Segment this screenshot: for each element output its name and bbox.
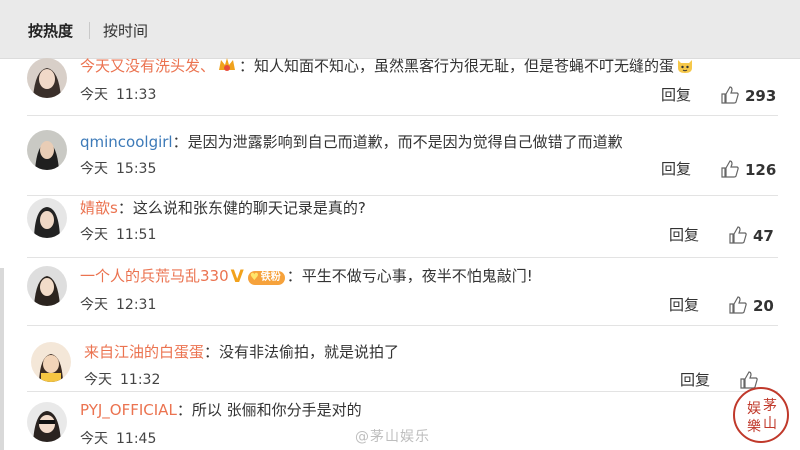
thumbs-up-icon <box>721 86 739 104</box>
like-count: 47 <box>753 227 774 245</box>
thumbs-up-icon <box>729 226 747 244</box>
comment-username[interactable]: qmincoolgirl <box>80 133 173 151</box>
seal-char: 山 <box>763 416 777 432</box>
comment-username[interactable]: 今天又没有洗头发、 <box>80 57 215 75</box>
comment-text: ：所以 张俪和你分手是对的 <box>176 401 362 419</box>
comment-username[interactable]: 婧歆s <box>80 199 118 217</box>
avatar[interactable] <box>27 58 67 98</box>
reply-button[interactable]: 回复 <box>661 86 691 104</box>
cat-emoji-icon <box>676 56 694 79</box>
seal-char: 樂 <box>747 418 761 435</box>
comment-text: ：知人知面不知心，虽然黑客行为很无耻，但是苍蝇不叮无缝的蛋 <box>239 57 675 75</box>
comment-text: ：这么说和张东健的聊天记录是真的? <box>117 199 366 217</box>
reply-button[interactable]: 回复 <box>669 226 699 244</box>
reply-button[interactable]: 回复 <box>669 296 699 314</box>
sort-divider <box>89 22 90 39</box>
comment-username[interactable]: 一个人的兵荒马乱330 <box>80 267 229 285</box>
like-button[interactable]: 20 <box>729 296 774 315</box>
thumbs-up-icon <box>729 296 747 314</box>
avatar[interactable] <box>27 198 67 238</box>
like-button[interactable]: 47 <box>729 226 774 245</box>
verified-v-icon: V <box>230 267 244 287</box>
comment-item: 今天又没有洗头发、 ：知人知面不知心，虽然黑客行为很无耻，但是苍蝇不叮无缝的蛋 今… <box>0 56 800 116</box>
comment-text: ：没有非法偷拍，就是说拍了 <box>204 343 400 361</box>
reply-button[interactable]: 回复 <box>661 160 691 178</box>
sort-by-hot-tab[interactable]: 按热度 <box>28 21 73 41</box>
reply-button[interactable]: 回复 <box>680 371 710 389</box>
comment-timestamp: 今天 11:45 <box>80 431 157 447</box>
watermark-text: @茅山娱乐 <box>355 429 430 445</box>
sort-bar: 按热度 按时间 <box>0 0 800 59</box>
seal-char: 娱 <box>747 401 761 417</box>
comment-timestamp: 今天 11:33 <box>80 87 157 103</box>
like-count: 126 <box>745 161 777 179</box>
comment-username[interactable]: PYJ_OFFICIAL <box>80 401 177 419</box>
fan-badge-label: 铁粉 <box>260 272 281 283</box>
like-count: 20 <box>753 297 774 315</box>
like-count: 293 <box>745 87 777 105</box>
comment-item: qmincoolgirl：是因为泄露影响到自己而道歉，而不是因为觉得自己做错了而… <box>0 126 800 196</box>
comment-timestamp: 今天 15:35 <box>80 161 157 177</box>
comment-item: 一个人的兵荒马乱330 V ♥ 铁粉 ：平生不做亏心事，夜半不怕鬼敲门! 今天 12:31… <box>0 258 800 326</box>
like-button[interactable]: 126 <box>721 160 776 179</box>
seal-logo: 娱 茅 樂 山 <box>732 386 790 444</box>
comment-divider <box>27 115 778 116</box>
comment-username[interactable]: 来自江油的白蛋蛋 <box>84 343 204 361</box>
seal-char: 茅 <box>763 398 777 414</box>
thumbs-up-icon <box>721 160 739 178</box>
comment-text: ：是因为泄露影响到自己而道歉，而不是因为觉得自己做错了而道歉 <box>172 133 623 151</box>
comment-text: ：平生不做亏心事，夜半不怕鬼敲门! <box>286 267 533 285</box>
comment-timestamp: 今天 12:31 <box>80 297 157 313</box>
comment-timestamp: 今天 11:51 <box>80 227 157 243</box>
avatar[interactable] <box>27 130 67 170</box>
avatar[interactable] <box>27 266 67 306</box>
avatar[interactable] <box>31 342 71 382</box>
comment-timestamp: 今天 11:32 <box>84 372 161 388</box>
sort-by-time-tab[interactable]: 按时间 <box>103 21 148 41</box>
comment-item: 婧歆s：这么说和张东健的聊天记录是真的? 今天 11:51 回复 47 <box>0 196 800 258</box>
like-button[interactable]: 293 <box>721 86 776 105</box>
fan-badge-icon: ♥ 铁粉 <box>247 271 285 285</box>
crown-badge-icon <box>217 56 237 79</box>
avatar[interactable] <box>27 402 67 442</box>
comment-item: 来自江油的白蛋蛋：没有非法偷拍，就是说拍了 今天 11:32 回复 <box>0 326 800 392</box>
